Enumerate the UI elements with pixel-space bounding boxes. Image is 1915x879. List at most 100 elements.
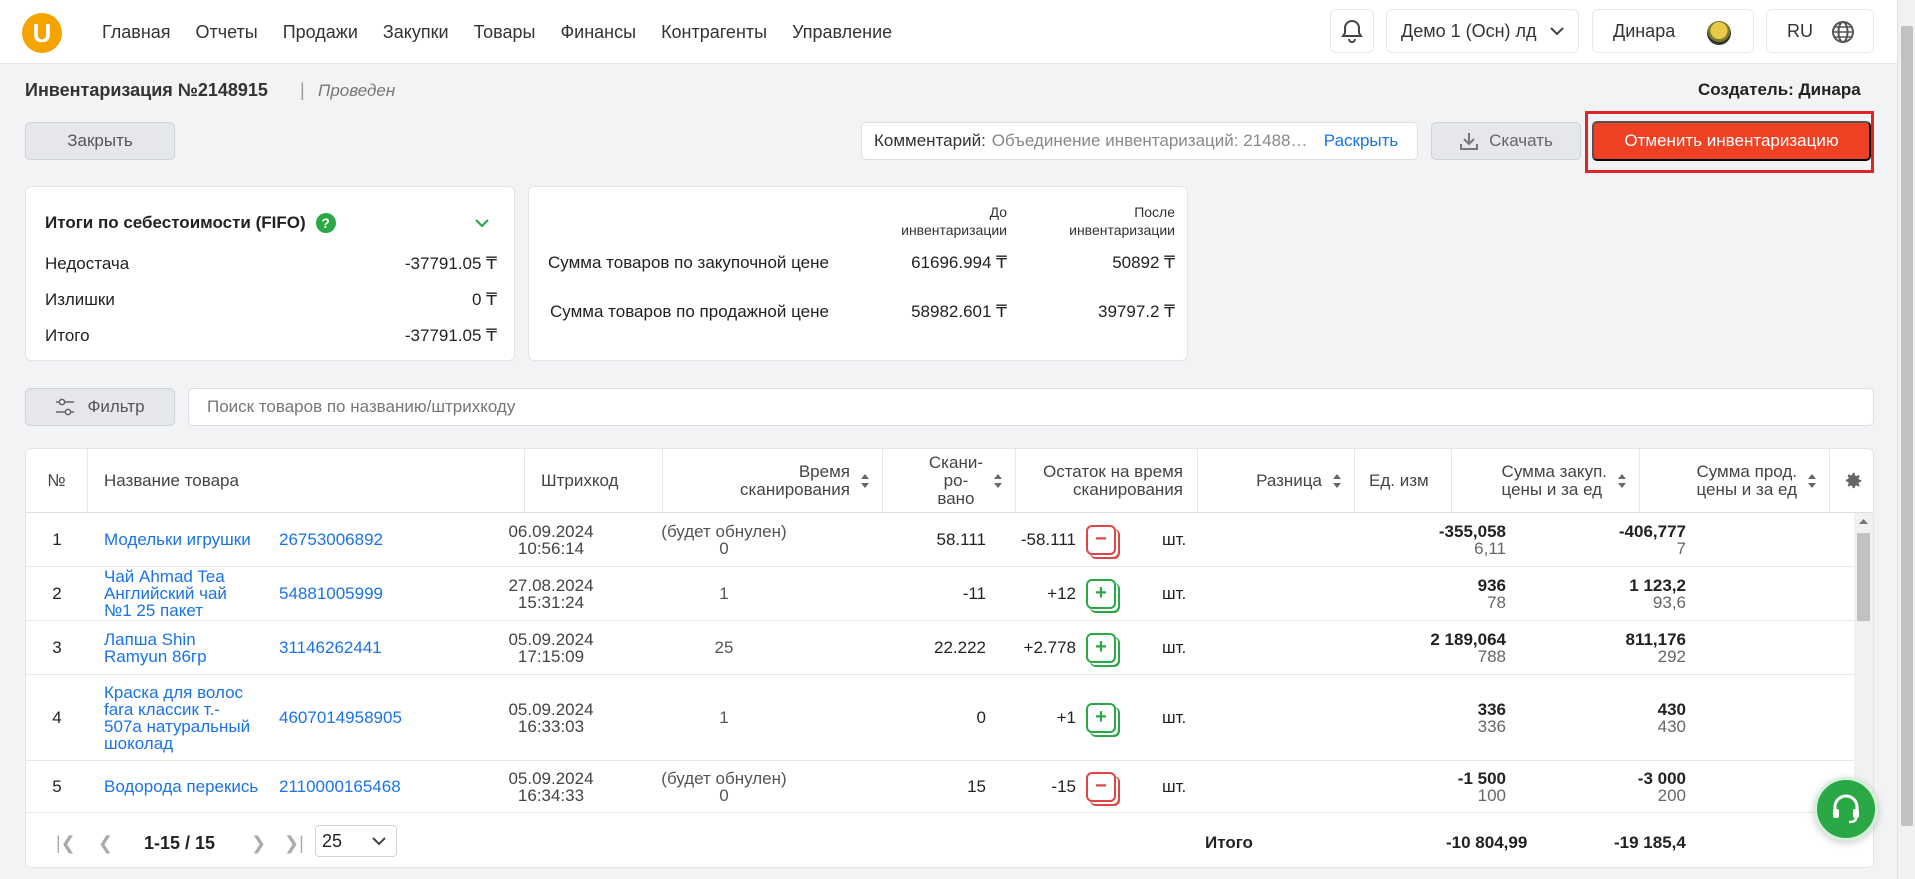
scan-time: 05.09.2024 16:34:33 xyxy=(496,761,606,812)
fifo-value: -37791.05 ₸ xyxy=(404,254,497,273)
sale-total: 811,176 xyxy=(1625,629,1686,649)
sort-icon[interactable] xyxy=(860,473,870,489)
search-input[interactable] xyxy=(188,388,1874,426)
barcode-link[interactable]: 31146262441 xyxy=(279,621,382,674)
sale-per-unit: 93,6 xyxy=(1652,592,1686,612)
sort-icon[interactable] xyxy=(1617,473,1627,489)
nav-item-products[interactable]: Товары xyxy=(474,22,536,43)
last-page-icon[interactable]: ❯| xyxy=(284,833,304,854)
table-row[interactable]: 1 Модельки игрушки 26753006892 06.09.202… xyxy=(26,513,1856,567)
nav-item-reports[interactable]: Отчеты xyxy=(196,22,258,43)
barcode-link[interactable]: 2110000165468 xyxy=(279,761,401,812)
fifo-label: Излишки xyxy=(45,290,115,309)
chevron-down-icon[interactable] xyxy=(472,213,492,233)
page-scrollbar-thumb[interactable] xyxy=(1901,26,1913,826)
product-name-link[interactable]: Краска для волос fara классик т.- 507а н… xyxy=(104,675,259,760)
organization-selector[interactable]: Демо 1 (Осн) лд xyxy=(1386,9,1579,53)
unit: шт. xyxy=(1162,707,1187,727)
purchase-sum: -355,058 6,11 xyxy=(1396,513,1506,566)
table-row[interactable]: 3 Лапша Shin Ramyun 86гр 31146262441 05.… xyxy=(26,621,1856,675)
scanned-value: 0 xyxy=(719,538,729,558)
filter-sliders-icon xyxy=(56,398,75,416)
rest-at-scan: 15 xyxy=(967,776,986,796)
sale-sum-before: 58982.601 ₸ xyxy=(911,302,1007,321)
sale-per-unit: 200 xyxy=(1657,785,1686,805)
column-product-name[interactable]: Название товара xyxy=(88,449,525,513)
barcode-link[interactable]: 26753006892 xyxy=(279,513,383,566)
table-scrollbar[interactable] xyxy=(1854,513,1873,813)
sort-icon[interactable] xyxy=(1807,473,1817,489)
first-page-icon[interactable]: |❮ xyxy=(56,833,76,854)
product-name-link[interactable]: Модельки игрушки xyxy=(104,513,259,566)
sale-sum: 430 430 xyxy=(1566,675,1686,760)
sort-icon[interactable] xyxy=(1332,473,1342,489)
column-number: № xyxy=(26,449,88,513)
row-number: 4 xyxy=(52,707,62,727)
table-row[interactable]: 4 Краска для волос fara классик т.- 507а… xyxy=(26,675,1856,761)
table-settings-button[interactable] xyxy=(1830,449,1873,513)
product-name-link[interactable]: Чай Ahmad Tea Английский чай №1 25 пакет xyxy=(104,567,259,620)
header-line: Скани- xyxy=(928,453,983,472)
close-button[interactable]: Закрыть xyxy=(25,122,175,160)
support-chat-button[interactable] xyxy=(1814,777,1878,841)
filter-button[interactable]: Фильтр xyxy=(25,388,175,426)
app-logo[interactable]: U xyxy=(22,13,62,53)
table-row[interactable]: 2 Чай Ahmad Tea Английский чай №1 25 пак… xyxy=(26,567,1856,621)
scan-time: 06.09.2024 10:56:14 xyxy=(496,513,606,566)
column-barcode[interactable]: Штрихкод xyxy=(525,449,663,513)
table-scrollbar-thumb[interactable] xyxy=(1857,533,1870,621)
download-button[interactable]: Скачать xyxy=(1431,122,1581,160)
nav-item-contractors[interactable]: Контрагенты xyxy=(661,22,767,43)
column-purchase-sum[interactable]: Сумма закуп. цены и за ед xyxy=(1452,449,1640,513)
nav-item-management[interactable]: Управление xyxy=(792,22,892,43)
gear-icon xyxy=(1845,472,1861,489)
scan-date: 06.09.2024 xyxy=(508,521,594,541)
sale-sum-after: 39797.2 ₸ xyxy=(1098,302,1175,321)
table-row[interactable]: 5 Водорода перекись 2110000165468 05.09.… xyxy=(26,761,1856,813)
rest-at-scan: 0 xyxy=(976,707,986,727)
column-difference[interactable]: Разница xyxy=(1198,449,1355,513)
fifo-value: 0 ₸ xyxy=(472,290,497,309)
filter-label: Фильтр xyxy=(87,397,145,416)
nav-item-purchases[interactable]: Закупки xyxy=(383,22,449,43)
cancel-inventory-button[interactable]: Отменить инвентаризацию xyxy=(1592,121,1871,161)
column-rest-at-scan[interactable]: Остаток на время сканирования xyxy=(1016,449,1198,513)
scan-time: 27.08.2024 15:31:24 xyxy=(496,567,606,620)
sort-icon[interactable] xyxy=(993,473,1003,489)
nav-item-finance[interactable]: Финансы xyxy=(560,22,636,43)
nav-item-sales[interactable]: Продажи xyxy=(283,22,358,43)
purchase-sum-before: 61696.994 ₸ xyxy=(911,253,1007,272)
product-name-link[interactable]: Лапша Shin Ramyun 86гр xyxy=(104,621,259,674)
help-icon[interactable]: ? xyxy=(315,213,336,233)
language-selector[interactable]: RU xyxy=(1766,9,1874,53)
fifo-title-text: Итоги по себестоимости (FIFO) xyxy=(45,213,306,232)
prev-page-icon[interactable]: ❮ xyxy=(98,833,113,854)
next-page-icon[interactable]: ❯ xyxy=(251,833,266,854)
scanned-value: 1 xyxy=(719,708,729,727)
product-name-link[interactable]: Водорода перекись xyxy=(104,761,259,812)
user-menu[interactable]: Динара xyxy=(1592,9,1754,53)
column-scan-time[interactable]: Время сканирования xyxy=(663,449,883,513)
total-sale-sum: -19 185,4 xyxy=(1614,833,1686,852)
fifo-label: Итого xyxy=(45,326,90,345)
purchase-per-unit: 788 xyxy=(1477,646,1506,666)
header-text: Скани-ро-вано xyxy=(929,454,983,508)
page-scrollbar[interactable] xyxy=(1897,0,1915,879)
scan-date: 05.09.2024 xyxy=(508,699,594,719)
purchase-per-unit: 6,11 xyxy=(1474,538,1506,558)
comment-expand-link[interactable]: Раскрыть xyxy=(1324,131,1398,151)
page-size-select[interactable]: 25 xyxy=(315,825,397,857)
barcode-link[interactable]: 54881005999 xyxy=(279,567,383,620)
chevron-down-icon xyxy=(1550,27,1564,36)
barcode-link[interactable]: 4607014958905 xyxy=(279,675,402,760)
scroll-up-arrow-icon[interactable] xyxy=(1854,515,1873,529)
page-title: Инвентаризация №2148915 xyxy=(25,80,268,100)
notifications-button[interactable] xyxy=(1330,9,1374,53)
difference: -15− xyxy=(986,761,1116,812)
purchase-total: 336 xyxy=(1477,699,1506,719)
header-line: сканирования xyxy=(1073,480,1183,499)
download-label: Скачать xyxy=(1489,131,1553,150)
column-scanned[interactable]: Скани-ро-вано xyxy=(883,449,1016,513)
nav-item-home[interactable]: Главная xyxy=(102,22,171,43)
column-sale-sum[interactable]: Сумма прод. цены и за ед xyxy=(1640,449,1830,513)
